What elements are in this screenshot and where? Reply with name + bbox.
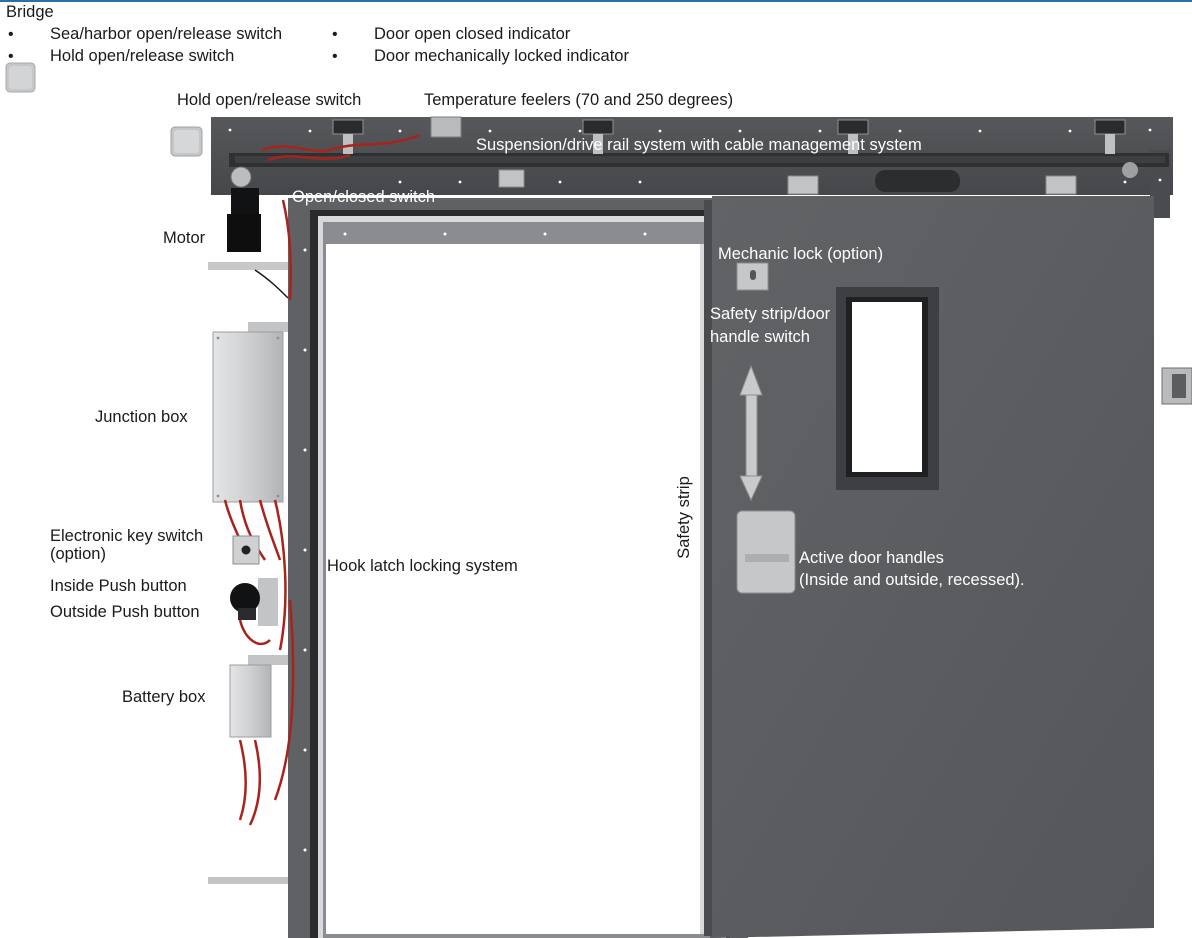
- label-suspension-rail: Suspension/drive rail system with cable …: [476, 136, 922, 154]
- cable-chain: [875, 170, 960, 192]
- label-safety-strip-handle-switch-1: Safety strip/door: [710, 305, 831, 323]
- label-electronic-key-switch-1: Electronic key switch: [50, 527, 204, 545]
- push-button-unit: [230, 578, 278, 626]
- hold-open-switch-device: [170, 126, 203, 157]
- label-temperature-feelers: Temperature feelers (70 and 250 degrees): [424, 91, 734, 109]
- label-open-closed-switch: Open/closed switch: [292, 188, 436, 206]
- label-junction-box: Junction box: [95, 408, 188, 426]
- label-outside-push-button: Outside Push button: [50, 603, 200, 621]
- bridge-switch-icon: [5, 62, 36, 93]
- battery-box: [229, 655, 288, 738]
- label-electronic-key-switch-2: (option): [50, 545, 106, 563]
- label-inside-push-button: Inside Push button: [50, 577, 187, 595]
- motor: [208, 188, 288, 270]
- lower-bracket: [208, 877, 288, 884]
- label-hook-latch: Hook latch locking system: [327, 557, 518, 575]
- label-hold-open-switch: Hold open/release switch: [177, 91, 362, 109]
- label-active-door-handles-2: (Inside and outside, recessed).: [799, 571, 1025, 589]
- label-safety-strip-handle-switch-2: handle switch: [710, 328, 810, 346]
- label-motor: Motor: [163, 229, 206, 247]
- label-mechanic-lock: Mechanic lock (option): [718, 245, 884, 263]
- electronic-key-switch: [232, 535, 260, 565]
- temperature-feeler-box: [430, 116, 462, 138]
- label-battery-box: Battery box: [122, 688, 206, 706]
- label-active-door-handles-1: Active door handles: [799, 549, 944, 567]
- label-safety-strip: Safety strip: [674, 476, 693, 559]
- junction-box: [212, 322, 288, 503]
